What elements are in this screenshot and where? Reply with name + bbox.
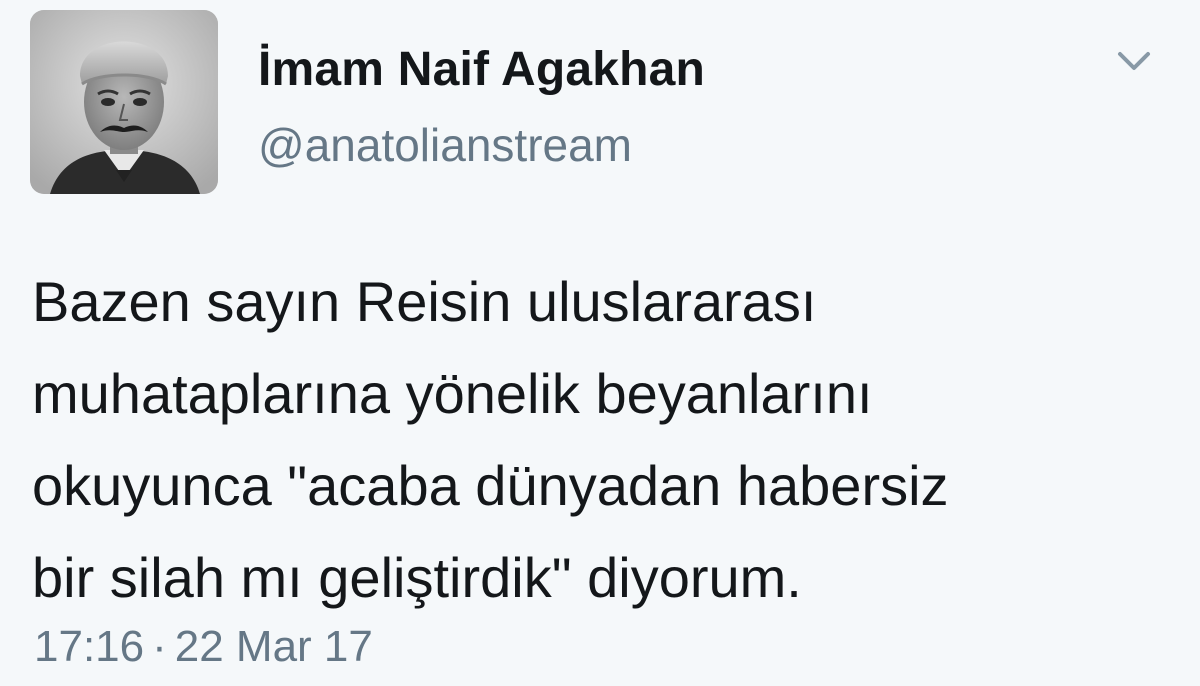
tweet-time: 17:16 [34,622,145,671]
tweet-menu-button[interactable] [1112,44,1156,80]
tweet-text-line: muhataplarına yönelik beyanlarını [32,362,873,425]
tweet-card: İmam Naif Agakhan @anatolianstream Bazen… [0,0,1200,686]
tweet-text: Bazen sayın Reisin uluslararası muhatapl… [32,256,1182,624]
tweet-date: 22 Mar 17 [174,622,373,671]
author-avatar[interactable] [30,10,218,194]
timestamp-separator: · [152,622,167,671]
portrait-photo-icon [30,10,218,194]
tweet-timestamp[interactable]: 17:16 · 22 Mar 17 [34,622,373,672]
author-handle[interactable]: @anatolianstream [258,118,632,172]
chevron-down-icon [1118,52,1150,70]
tweet-text-line: bir silah mı geliştirdik" diyorum. [32,546,802,609]
tweet-text-line: okuyunca "acaba dünyadan habersiz [32,454,949,517]
author-display-name[interactable]: İmam Naif Agakhan [258,42,705,97]
tweet-text-line: Bazen sayın Reisin uluslararası [32,270,817,333]
